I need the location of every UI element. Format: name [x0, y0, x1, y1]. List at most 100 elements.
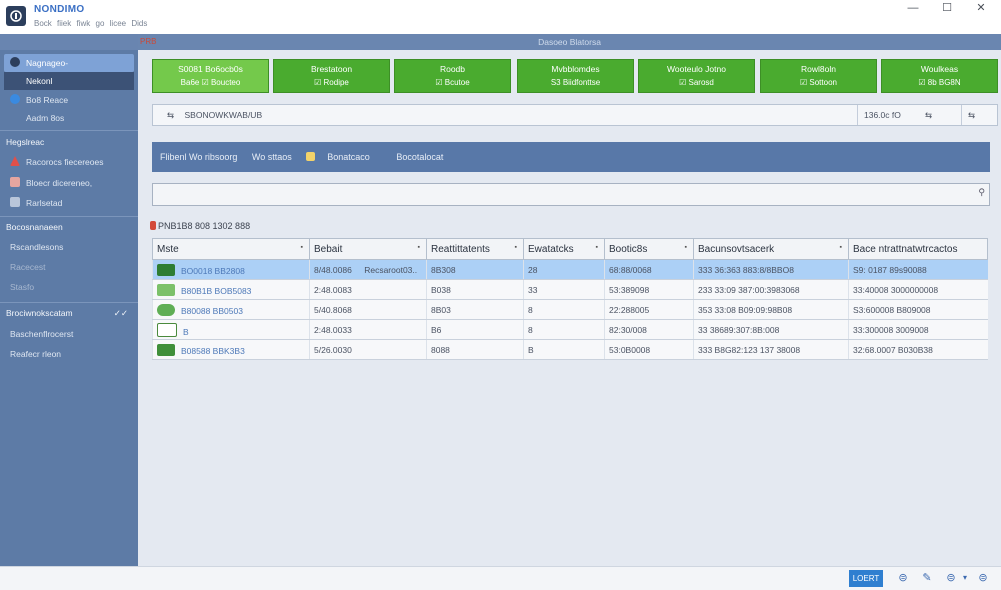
sidebar-item-bloecr[interactable]: Bloecr dicereneo,: [0, 174, 138, 192]
action-sublabel: ☑ Sottoon: [800, 78, 837, 87]
sidebar-item-reace[interactable]: Bo8 Reace: [0, 91, 138, 109]
pencil-icon[interactable]: ✎: [920, 571, 934, 585]
close-button[interactable]: ✕: [964, 0, 998, 16]
action-label: Rowl8oln: [801, 64, 836, 74]
document-icon: [10, 177, 20, 187]
sidebar-section-title: Bocosnanaeen: [6, 222, 63, 232]
table-cell: S3:600008 B809008: [848, 299, 988, 320]
swap-icon: ⇆: [167, 110, 175, 120]
table-cell: 8: [523, 299, 605, 320]
action-sublabel: Ba6e ☑ Boucteo: [180, 78, 241, 87]
row-name: B80088 BB0503: [181, 305, 243, 316]
file-icon: [157, 322, 177, 337]
column-header-label: Mste: [157, 243, 179, 255]
action-label: Wooteulo Jotno: [667, 64, 726, 74]
sidebar-item-label: Nekonl: [26, 76, 53, 86]
sidebar-item-label: Rarlsetad: [26, 198, 63, 208]
column-header[interactable]: Mste ▪: [152, 238, 310, 260]
sidebar-item-racorocs[interactable]: Racorocs fiecereoes: [0, 153, 138, 171]
sort-icon[interactable]: ▪: [596, 244, 598, 251]
sidebar-item-label: Reafecr rleon: [10, 349, 62, 359]
sort-icon[interactable]: ▪: [685, 244, 687, 251]
table-row[interactable]: BO0018 BB2808 8/48.0086 Recsaroot03.. 8B…: [152, 259, 988, 280]
settings-icon[interactable]: ⊜: [976, 571, 990, 585]
edit-button[interactable]: LOERT: [849, 570, 883, 587]
sidebar-item-rarlsetad[interactable]: Rarlsetad: [0, 194, 138, 212]
sort-icon[interactable]: ▪: [301, 244, 303, 251]
table-cell: B80088 BB0503: [152, 299, 310, 320]
sidebar-item-label: Racecest: [10, 262, 46, 272]
table-cell: 33: [523, 279, 605, 300]
menu-item[interactable]: fiiek fiwk: [57, 19, 90, 28]
action-button-7[interactable]: Woulkeas ☑ 8b BG8N: [881, 59, 998, 93]
swap-icon[interactable]: ⇆: [961, 105, 981, 125]
sidebar-item-nekonl[interactable]: Nekonl: [4, 72, 134, 90]
sort-icon[interactable]: ▪: [840, 244, 842, 251]
folder-icon: [10, 197, 20, 207]
sidebar-item-baschenflrocerst[interactable]: Baschenflrocerst: [0, 325, 138, 343]
table-cell: B: [523, 339, 605, 360]
sidebar-item-aadm[interactable]: Aadm 8os: [0, 109, 138, 127]
table-cell: BO0018 BB2808: [152, 259, 310, 280]
sidebar-item-label: Aadm 8os: [26, 113, 65, 123]
column-header[interactable]: Bace ntrattnatwtrcactos: [848, 238, 988, 260]
maximize-button[interactable]: ☐: [930, 0, 964, 16]
file-icon: [157, 263, 175, 276]
action-label: Roodb: [439, 64, 466, 74]
action-sublabel: ☑ 8b BG8N: [918, 78, 961, 87]
action-sublabel: ☑ Rodipe: [314, 78, 349, 87]
column-header[interactable]: Bacunsovtsacerk ▪: [693, 238, 849, 260]
filter-bar: Flibenl Wo ribsoorg Wo sttaos Bonatcaco …: [152, 142, 990, 172]
column-header[interactable]: Bootic8s ▪: [604, 238, 694, 260]
filter-chip-label: Bonatcaco: [327, 152, 370, 162]
action-button-2[interactable]: Brestatoon ☑ Rodipe: [273, 59, 390, 93]
filter-option[interactable]: Bocotalocat: [396, 152, 443, 162]
table-row[interactable]: B80B1B BOB5083 2:48.0083 B038 33 53:3890…: [152, 279, 988, 300]
column-header[interactable]: Ewatatcks ▪: [523, 238, 605, 260]
search-input[interactable]: ⚲: [152, 183, 990, 206]
action-button-4[interactable]: Mvbblomdes S3 Biidfonttse: [517, 59, 634, 93]
table-cell: B08588 BBK3B3: [152, 339, 310, 360]
sidebar-item-label: Baschenflrocerst: [10, 329, 74, 339]
status-bar: LOERT ⊜ ✎ ⊜ ▾ ⊜: [0, 566, 1001, 590]
result-count-text: PNB1B8 808 1302 888: [158, 221, 251, 231]
action-button-3[interactable]: Roodb ☑ Bcutoe: [394, 59, 511, 93]
path-text: SBONOWKWAB/UB: [184, 110, 263, 120]
filter-option[interactable]: Wo sttaos: [252, 152, 292, 162]
menu-item[interactable]: go: [96, 19, 105, 28]
action-button-6[interactable]: Rowl8oln ☑ Sottoon: [760, 59, 877, 93]
sidebar-item-label: Nagnageo-: [26, 58, 69, 68]
sidebar-item-racecest[interactable]: Racecest: [0, 258, 138, 276]
swap-icon[interactable]: ⇆: [919, 105, 938, 125]
action-button-1[interactable]: S0081 Bo6ocb0s Ba6e ☑ Boucteo: [152, 59, 269, 93]
path-bar[interactable]: ⇆ SBONOWKWAB/UB 136.0c fO ⇆ ⇆: [152, 104, 998, 126]
action-label: S0081 Bo6ocb0s: [178, 64, 243, 74]
menu-item[interactable]: licee: [110, 19, 126, 28]
sort-icon[interactable]: ▪: [515, 244, 517, 251]
table-cell: 8: [523, 319, 605, 340]
filter-option[interactable]: Flibenl Wo ribsoorg: [160, 152, 237, 162]
menu-item[interactable]: Bock: [34, 19, 52, 28]
sidebar-item-label: Racorocs fiecereoes: [26, 157, 104, 167]
sort-icon[interactable]: ▪: [418, 244, 420, 251]
list-icon[interactable]: ⊜: [944, 571, 958, 585]
sidebar-header: [0, 34, 138, 50]
search-icon[interactable]: ⚲: [978, 187, 985, 198]
sidebar-item-rscandlesons[interactable]: Rscandlesons: [0, 238, 138, 256]
sidebar-item-reafecr[interactable]: Reafecr rleon: [0, 345, 138, 363]
chevron-down-icon[interactable]: ▾: [958, 571, 972, 585]
column-header[interactable]: Bebait ▪: [309, 238, 427, 260]
globe-icon: [10, 94, 20, 104]
filter-chip[interactable]: Bonatcaco: [306, 152, 382, 162]
table-row[interactable]: B08588 BBK3B3 5/26.0030 8088 B 53:0B0008…: [152, 339, 988, 360]
column-header[interactable]: Reattittatents ▪: [426, 238, 524, 260]
menu-item[interactable]: Dids: [131, 19, 147, 28]
minimize-button[interactable]: —: [896, 0, 930, 16]
table-row[interactable]: B 2:48.0033 B6 8 82:30/008 33 38689:307:…: [152, 319, 988, 340]
db-icon[interactable]: ⊜: [896, 571, 910, 585]
sidebar-item-label: Bo8 Reace: [26, 95, 69, 105]
sidebar-item-stasfo[interactable]: Stasfo: [0, 278, 138, 296]
sidebar-item-nagnageo[interactable]: Nagnageo-: [4, 54, 134, 72]
table-row[interactable]: B80088 BB0503 5/40.8068 8B03 8 22:288005…: [152, 299, 988, 320]
action-button-5[interactable]: Wooteulo Jotno ☑ Sarosd: [638, 59, 755, 93]
